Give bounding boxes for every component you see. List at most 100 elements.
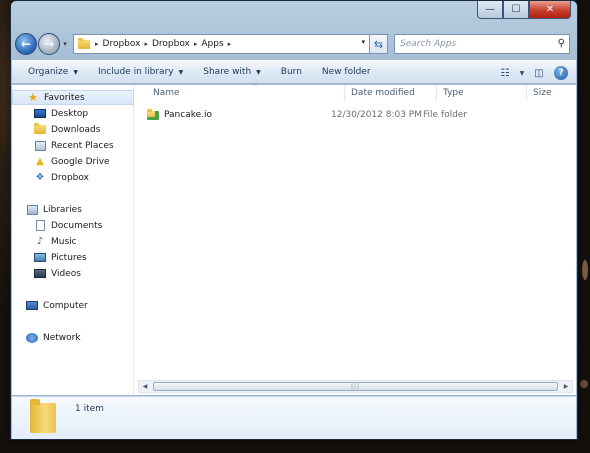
sidebar-item-music[interactable]: ♪ Music bbox=[12, 234, 77, 249]
chevron-down-icon: ▼ bbox=[256, 68, 261, 76]
sidebar-item-pictures[interactable]: Pictures bbox=[12, 250, 87, 265]
change-view-button[interactable]: ☷ bbox=[494, 64, 516, 82]
sidebar-item-videos[interactable]: Videos bbox=[12, 266, 81, 281]
sidebar-item-google-drive[interactable]: ▲ Google Drive bbox=[12, 154, 110, 169]
google-drive-icon: ▲ bbox=[36, 156, 44, 167]
search-placeholder: Search Apps bbox=[400, 39, 457, 49]
sidebar-item-label: Music bbox=[51, 236, 77, 247]
include-in-library-button[interactable]: Include in library ▼ bbox=[88, 67, 193, 77]
sidebar-item-label: Favorites bbox=[44, 92, 85, 103]
sidebar-item-label: Videos bbox=[51, 268, 81, 279]
desktop-icon bbox=[34, 108, 46, 119]
sidebar-item-computer[interactable]: Computer bbox=[12, 298, 88, 313]
address-bar[interactable]: ▸ Dropbox ▸ Dropbox ▸ Apps ▸ ▾ bbox=[73, 34, 370, 54]
sidebar-item-label: Libraries bbox=[43, 204, 82, 215]
videos-icon bbox=[34, 268, 46, 279]
burn-label: Burn bbox=[280, 67, 302, 77]
share-with-label: Share with bbox=[203, 67, 252, 77]
file-list: Name ^ Date modified Type Size Pancake.io… bbox=[135, 83, 577, 395]
documents-icon bbox=[34, 220, 46, 231]
file-type: File folder bbox=[423, 110, 468, 120]
sidebar-item-label: Desktop bbox=[51, 108, 89, 119]
sidebar-item-label: Documents bbox=[51, 220, 103, 231]
column-header-label: Name bbox=[153, 88, 180, 98]
navigation-pane: ★ Favorites Desktop Downloads Recent Plac… bbox=[12, 85, 134, 395]
column-header-date-modified[interactable]: Date modified bbox=[345, 85, 437, 101]
dropbox-icon: ❖ bbox=[35, 172, 45, 183]
details-pane: 1 item bbox=[12, 396, 576, 439]
view-options-dropdown[interactable]: ▼ bbox=[516, 64, 528, 82]
explorer-window: — ☐ ✕ ← → ▾ ▸ Dropbox ▸ Dropbox ▸ Apps ▸… bbox=[10, 0, 578, 440]
item-count: 1 item bbox=[75, 404, 104, 414]
breadcrumb-apps[interactable]: Apps bbox=[201, 39, 223, 49]
share-with-button[interactable]: Share with ▼ bbox=[193, 67, 271, 77]
column-header-name[interactable]: Name ^ bbox=[147, 83, 345, 101]
breadcrumb-separator[interactable]: ▸ bbox=[228, 40, 232, 48]
forward-button[interactable]: → bbox=[38, 33, 60, 55]
chevron-down-icon: ▼ bbox=[73, 68, 78, 76]
column-header-label: Date modified bbox=[351, 88, 415, 98]
scroll-right-icon[interactable]: ▶ bbox=[560, 383, 572, 390]
column-header-label: Size bbox=[533, 88, 552, 98]
burn-button[interactable]: Burn bbox=[271, 67, 312, 77]
sidebar-item-label: Computer bbox=[43, 300, 88, 311]
recent-places-icon bbox=[34, 140, 46, 151]
sidebar-item-network[interactable]: Network bbox=[12, 330, 81, 345]
breadcrumb-dropbox-root[interactable]: Dropbox bbox=[103, 39, 141, 49]
sidebar-item-recent-places[interactable]: Recent Places bbox=[12, 138, 114, 153]
sidebar-item-label: Recent Places bbox=[51, 140, 114, 151]
folder-icon bbox=[30, 399, 56, 433]
new-folder-button[interactable]: New folder bbox=[312, 67, 381, 77]
network-icon bbox=[26, 332, 38, 343]
breadcrumb-separator[interactable]: ▸ bbox=[194, 40, 198, 48]
sidebar-item-favorites[interactable]: ★ Favorites bbox=[12, 90, 134, 105]
help-icon: ? bbox=[554, 66, 568, 80]
sidebar-item-label: Google Drive bbox=[51, 156, 110, 167]
organize-button[interactable]: Organize ▼ bbox=[18, 67, 88, 77]
close-button[interactable]: ✕ bbox=[529, 1, 571, 19]
folder-icon bbox=[78, 37, 90, 50]
search-input[interactable]: Search Apps ⚲ bbox=[394, 34, 570, 54]
file-name: Pancake.io bbox=[164, 110, 213, 120]
libraries-icon bbox=[26, 204, 38, 215]
organize-label: Organize bbox=[28, 67, 69, 77]
breadcrumb-dropbox[interactable]: Dropbox bbox=[152, 39, 190, 49]
search-icon[interactable]: ⚲ bbox=[558, 38, 565, 49]
sidebar-item-label: Downloads bbox=[51, 124, 101, 135]
breadcrumb-separator[interactable]: ▸ bbox=[95, 40, 99, 48]
horizontal-scrollbar[interactable]: ◀ ||| ▶ bbox=[138, 380, 573, 393]
column-header-type[interactable]: Type bbox=[437, 85, 527, 101]
grip-icon: ||| bbox=[350, 383, 361, 390]
address-row: ← → ▾ ▸ Dropbox ▸ Dropbox ▸ Apps ▸ ▾ ⇆ S… bbox=[15, 31, 573, 57]
address-dropdown-icon[interactable]: ▾ bbox=[361, 38, 365, 46]
sidebar-item-dropbox[interactable]: ❖ Dropbox bbox=[12, 170, 89, 185]
include-in-library-label: Include in library bbox=[97, 67, 174, 77]
sidebar-item-documents[interactable]: Documents bbox=[12, 218, 102, 233]
minimize-button[interactable]: — bbox=[477, 1, 503, 19]
help-button[interactable]: ? bbox=[550, 64, 572, 82]
preview-pane-button[interactable]: ◫ bbox=[528, 64, 550, 82]
scroll-left-icon[interactable]: ◀ bbox=[139, 383, 151, 390]
column-header-size[interactable]: Size bbox=[527, 85, 577, 101]
recent-pages-dropdown[interactable]: ▾ bbox=[60, 40, 70, 48]
back-button[interactable]: ← bbox=[15, 33, 37, 55]
downloads-folder-icon bbox=[34, 123, 46, 135]
music-note-icon: ♪ bbox=[36, 236, 44, 247]
sidebar-item-label: Network bbox=[43, 332, 81, 343]
sidebar-item-libraries[interactable]: Libraries bbox=[12, 202, 82, 217]
sidebar-item-label: Dropbox bbox=[51, 172, 89, 183]
computer-icon bbox=[26, 300, 38, 311]
table-row[interactable]: Pancake.io 12/30/2012 8:03 PM File folde… bbox=[147, 107, 576, 123]
scrollbar-thumb[interactable]: ||| bbox=[153, 382, 558, 391]
refresh-icon: ⇆ bbox=[373, 37, 384, 51]
maximize-button[interactable]: ☐ bbox=[503, 1, 529, 19]
pictures-icon bbox=[34, 252, 46, 263]
refresh-button[interactable]: ⇆ bbox=[370, 34, 388, 54]
file-date-modified: 12/30/2012 8:03 PM bbox=[331, 110, 422, 120]
sidebar-item-downloads[interactable]: Downloads bbox=[12, 122, 100, 137]
chevron-down-icon: ▼ bbox=[178, 68, 184, 76]
sidebar-item-desktop[interactable]: Desktop bbox=[12, 106, 88, 121]
back-arrow-icon: ← bbox=[20, 37, 32, 51]
command-bar: Organize ▼ Include in library ▼ Share with… bbox=[12, 60, 576, 84]
breadcrumb-separator[interactable]: ▸ bbox=[144, 40, 148, 48]
